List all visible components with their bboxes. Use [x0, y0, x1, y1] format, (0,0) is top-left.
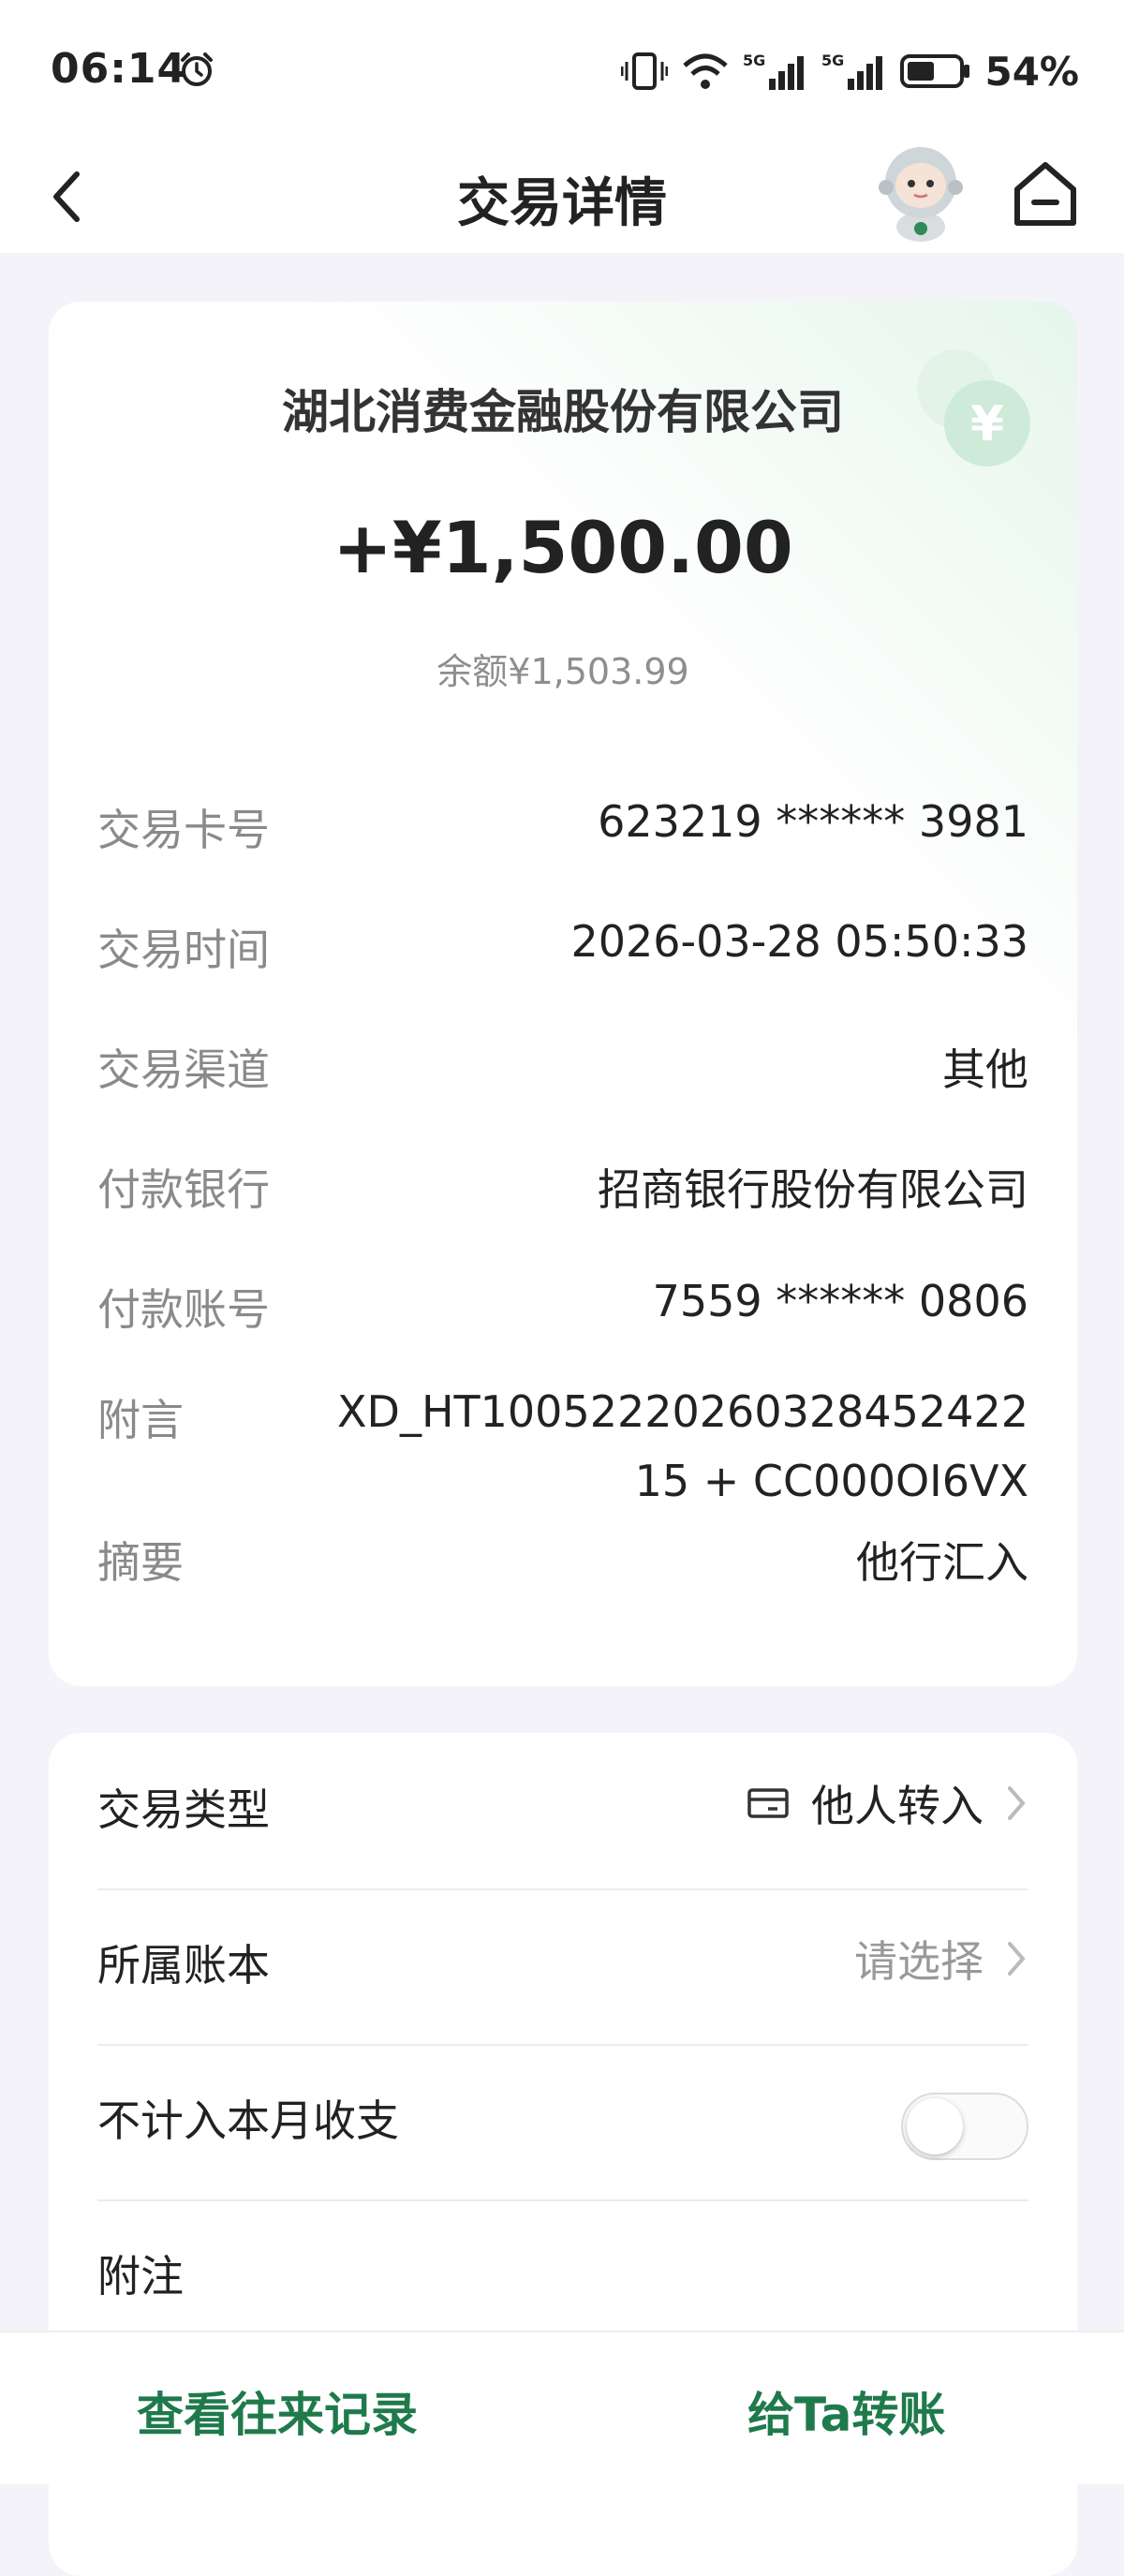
view-history-button[interactable]: 查看往来记录 — [137, 2377, 418, 2445]
exclude-monthly-toggle[interactable] — [901, 2093, 1028, 2160]
status-bar: 06:14 5G 5G 54% — [0, 0, 1124, 141]
detail-value: 其他 — [942, 1044, 1028, 1095]
detail-value: 623219 ****** 3981 — [598, 796, 1028, 847]
exclude-monthly-label: 不计入本月收支 — [97, 2095, 399, 2146]
transaction-detail-card: ¥ 湖北消费金融股份有限公司 +¥1,500.00 余额¥1,503.99 交易… — [49, 302, 1077, 1686]
ledger-label: 所属账本 — [97, 1940, 270, 1991]
detail-label: 摘要 — [97, 1537, 184, 1588]
5g-signal-icon: 5G — [743, 52, 805, 90]
exclude-monthly-row: 不计入本月收支 — [97, 2044, 1028, 2201]
detail-label: 附言 — [97, 1395, 184, 1445]
detail-label: 交易卡号 — [97, 805, 270, 855]
5g-signal-icon: 5G — [821, 52, 883, 90]
battery-icon — [900, 54, 970, 88]
vibrate-icon — [621, 52, 669, 90]
transaction-type-row[interactable]: 交易类型 他人转入 — [97, 1733, 1028, 1890]
transaction-amount: +¥1,500.00 — [333, 506, 793, 589]
battery-percent: 54% — [984, 48, 1079, 95]
bottom-action-bar: 查看往来记录 给Ta转账 — [0, 2331, 1124, 2484]
detail-value: 招商银行股份有限公司 — [598, 1164, 1028, 1215]
detail-value: 他行汇入 — [856, 1537, 1028, 1588]
transaction-type-value: 他人转入 — [811, 1781, 984, 1831]
detail-value: XD_HT1005222026032845242215 + CC000OI6VX — [337, 1386, 1028, 1506]
transfer-button[interactable]: 给Ta转账 — [747, 2377, 945, 2445]
detail-value: 2026-03-28 05:50:33 — [570, 916, 1028, 967]
transaction-type-label: 交易类型 — [97, 1784, 270, 1835]
counterparty-name: 湖北消费金融股份有限公司 — [282, 385, 844, 439]
status-icons: 5G 5G 54% — [621, 45, 1079, 97]
note-label: 附注 — [97, 2251, 184, 2302]
nav-bar: 交易详情 — [0, 141, 1124, 253]
wifi-icon — [683, 53, 729, 89]
ledger-row[interactable]: 所属账本 请选择 — [97, 1888, 1028, 2046]
mascot-avatar[interactable] — [869, 141, 972, 244]
chevron-right-icon — [1008, 1942, 1026, 1976]
detail-label: 交易时间 — [97, 925, 270, 975]
transfer-card-icon — [747, 1788, 789, 1818]
account-balance: 余额¥1,503.99 — [436, 651, 689, 692]
clock: 06:14 — [51, 45, 187, 93]
detail-label: 付款账号 — [97, 1284, 270, 1335]
toggle-knob — [907, 2098, 963, 2154]
alarm-icon — [181, 52, 213, 86]
detail-value: 7559 ****** 0806 — [652, 1276, 1028, 1326]
svg-text:5G: 5G — [743, 52, 765, 69]
home-icon[interactable] — [1010, 157, 1081, 229]
svg-text:5G: 5G — [821, 52, 844, 69]
detail-label: 交易渠道 — [97, 1044, 270, 1095]
detail-label: 付款银行 — [97, 1164, 270, 1215]
ledger-placeholder: 请选择 — [854, 1936, 984, 1987]
chevron-right-icon — [1008, 1786, 1026, 1820]
